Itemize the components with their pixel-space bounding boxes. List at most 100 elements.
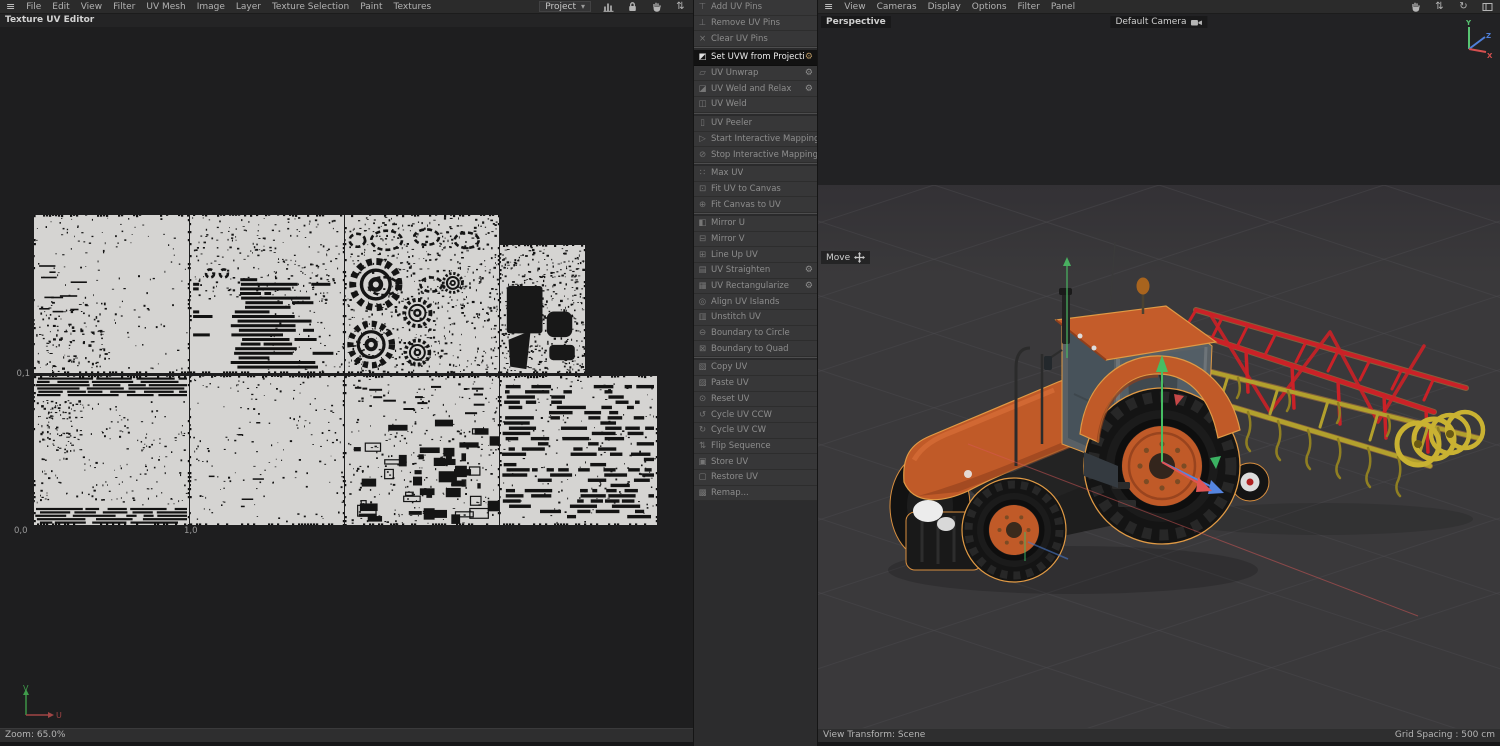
gear-icon[interactable]: ⚙ [805,281,817,291]
uv-menu-item-cycle-uv-ccw[interactable]: ↺ Cycle UV CCW [694,407,817,423]
uv-menu-item-store-uv[interactable]: ▣ Store UV [694,454,817,470]
viewport-menu-filter[interactable]: Filter [1018,2,1040,12]
gear-icon[interactable]: ⚙ [805,68,817,78]
perspective-viewport[interactable]: Perspective Default Camera Move Y Z X [818,14,1500,728]
panel-title: Texture UV Editor [5,15,95,25]
axis-z-label: Z [1486,32,1491,40]
stop-icon: ⊘ [698,149,707,160]
uv-menu-item-label: UV Peeler [711,118,753,129]
menu-file[interactable]: File [26,2,41,12]
uv-menu-item-label: UV Straighten [711,265,771,276]
uv-menu-item-remove-uv-pins[interactable]: ⊥ Remove UV Pins [694,16,817,32]
uv-menu-item-reset-uv[interactable]: ⊙ Reset UV [694,392,817,408]
uv-menu-item-clear-uv-pins[interactable]: × Clear UV Pins [694,31,817,48]
menu-texture-selection[interactable]: Texture Selection [272,2,349,12]
uv-menu-item-paste-uv[interactable]: ▨ Paste UV [694,376,817,392]
uv-menu-item-label: Fit UV to Canvas [711,183,781,194]
uv-menu-item-label: Copy UV [711,362,748,373]
menu-filter[interactable]: Filter [113,2,135,12]
viewport-menu-panel[interactable]: Panel [1051,2,1075,12]
gear-icon[interactable]: ⚙ [805,265,817,275]
uv-menu-item-flip-sequence[interactable]: ⇅ Flip Sequence [694,439,817,455]
viewport-menu-view[interactable]: View [844,2,865,12]
panel-title-tab[interactable]: Texture UV Editor [0,14,693,27]
uv-menu-item-label: Line Up UV [711,249,758,260]
gear-icon[interactable]: ⚙ [805,52,817,62]
uv-menu-item-uv-peeler[interactable]: ▯ UV Peeler [694,116,817,132]
uv-menu-item-line-up-uv[interactable]: ⊞ Line Up UV [694,247,817,263]
uv-menu-item-restore-uv[interactable]: ▢ Restore UV [694,470,817,486]
uv-menu-item-mirror-u[interactable]: ◧ Mirror U [694,216,817,232]
hand-pan-icon[interactable] [650,1,663,13]
view-transform-status: View Transform: Scene [823,730,926,740]
uv-menu-item-max-uv[interactable]: ∷ Max UV [694,166,817,182]
zoom-level: Zoom: 65.0% [5,730,66,740]
uv-menu-item-boundary-to-circle[interactable]: ⊖ Boundary to Circle [694,326,817,342]
uv-menu-item-uv-unwrap[interactable]: ▱ UV Unwrap ⚙ [694,66,817,82]
uv-menu-item-uv-weld-and-relax[interactable]: ◪ UV Weld and Relax ⚙ [694,81,817,98]
uv-menu-item-unstitch-uv[interactable]: ▥ Unstitch UV [694,310,817,326]
menu-edit[interactable]: Edit [52,2,69,12]
mirror-u-icon: ◧ [698,218,707,229]
move-tool-icon [854,252,866,263]
project-dropdown[interactable]: Project ▾ [539,1,591,12]
uv-tile [190,215,344,373]
viewport-menu-cameras[interactable]: Cameras [877,2,917,12]
menu-paint[interactable]: Paint [360,2,382,12]
uv-tile [34,376,189,525]
menu-textures[interactable]: Textures [394,2,432,12]
menu-image[interactable]: Image [197,2,225,12]
uv-menu-item-remap[interactable]: ▩ Remap... [694,486,817,502]
cycle-cw-icon: ↻ [698,425,707,436]
hamburger-menu-icon[interactable]: ≡ [6,1,15,12]
menu-layer[interactable]: Layer [236,2,261,12]
uv-menu-item-boundary-to-quad[interactable]: ⊠ Boundary to Quad [694,341,817,358]
viewport-menu-options[interactable]: Options [972,2,1007,12]
uv-menu-item-stop-interactive-mapping[interactable]: ⊘ Stop Interactive Mapping [694,147,817,163]
histogram-icon[interactable] [602,1,615,13]
hamburger-menu-icon[interactable]: ≡ [824,1,833,12]
store-icon: ▣ [698,456,707,467]
updown-arrows-icon[interactable]: ⇅ [1433,1,1446,13]
grid-spacing-status: Grid Spacing : 500 cm [1394,730,1495,740]
uv-menu-item-uv-rectangularize[interactable]: ▦ UV Rectangularize ⚙ [694,279,817,295]
uv-menu-item-uv-weld[interactable]: ◫ UV Weld [694,97,817,113]
uv-menu-item-set-uvw-from-projection[interactable]: ◩ Set UVW from Projection ⚙ [694,50,817,66]
menu-uv-mesh[interactable]: UV Mesh [146,2,185,12]
axis-y-label: Y [1465,19,1472,27]
uv-menu-item-copy-uv[interactable]: ▧ Copy UV [694,360,817,376]
uv-menu-item-cycle-uv-cw[interactable]: ↻ Cycle UV CW [694,423,817,439]
reset-icon: ⊙ [698,393,707,404]
menu-view[interactable]: View [81,2,102,12]
uv-menu-item-fit-canvas-to-uv[interactable]: ⊕ Fit Canvas to UV [694,197,817,213]
uv-menu-item-mirror-v[interactable]: ⊟ Mirror V [694,232,817,248]
uv-menu-item-label: Reset UV [711,393,750,404]
rotate-view-icon[interactable]: ↻ [1457,1,1470,13]
viewport-menu-display[interactable]: Display [928,2,961,12]
uv-axis-indicator: V U [23,684,62,720]
axis-gizmo[interactable]: Y Z X [1458,18,1494,62]
uv-tile [345,376,499,525]
uv-canvas[interactable]: 0,1 0,0 1,0 V U [0,27,693,728]
uv-menu-item-align-uv-islands[interactable]: ◎ Align UV Islands [694,294,817,311]
uv-menu-item-label: UV Weld and Relax [711,83,792,94]
rectangularize-icon: ▦ [698,281,707,292]
uv-menu-item-add-uv-pins[interactable]: ⊤ Add UV Pins [694,0,817,16]
pin-add-icon: ⊤ [698,2,707,13]
active-tool-label: Move [821,251,871,264]
copy-icon: ▧ [698,362,707,373]
camera-selector[interactable]: Default Camera [1110,16,1208,28]
uv-menu-item-uv-straighten[interactable]: ▤ UV Straighten ⚙ [694,263,817,279]
remap-icon: ▩ [698,487,707,498]
panel-layout-icon[interactable] [1481,1,1494,13]
hand-pan-icon[interactable] [1409,1,1422,13]
mirror-v-icon: ⊟ [698,233,707,244]
clear-pins-icon: × [698,33,707,44]
uv-menu-item-start-interactive-mapping[interactable]: ▷ Start Interactive Mapping [694,132,817,148]
uv-menu-item-fit-uv-to-canvas[interactable]: ⊡ Fit UV to Canvas [694,182,817,198]
gear-icon[interactable]: ⚙ [805,84,817,94]
updown-arrows-icon[interactable]: ⇅ [674,1,687,13]
lock-icon[interactable] [626,1,639,13]
weld-relax-icon: ◪ [698,83,707,94]
uv-label-00: 0,0 [14,526,28,536]
